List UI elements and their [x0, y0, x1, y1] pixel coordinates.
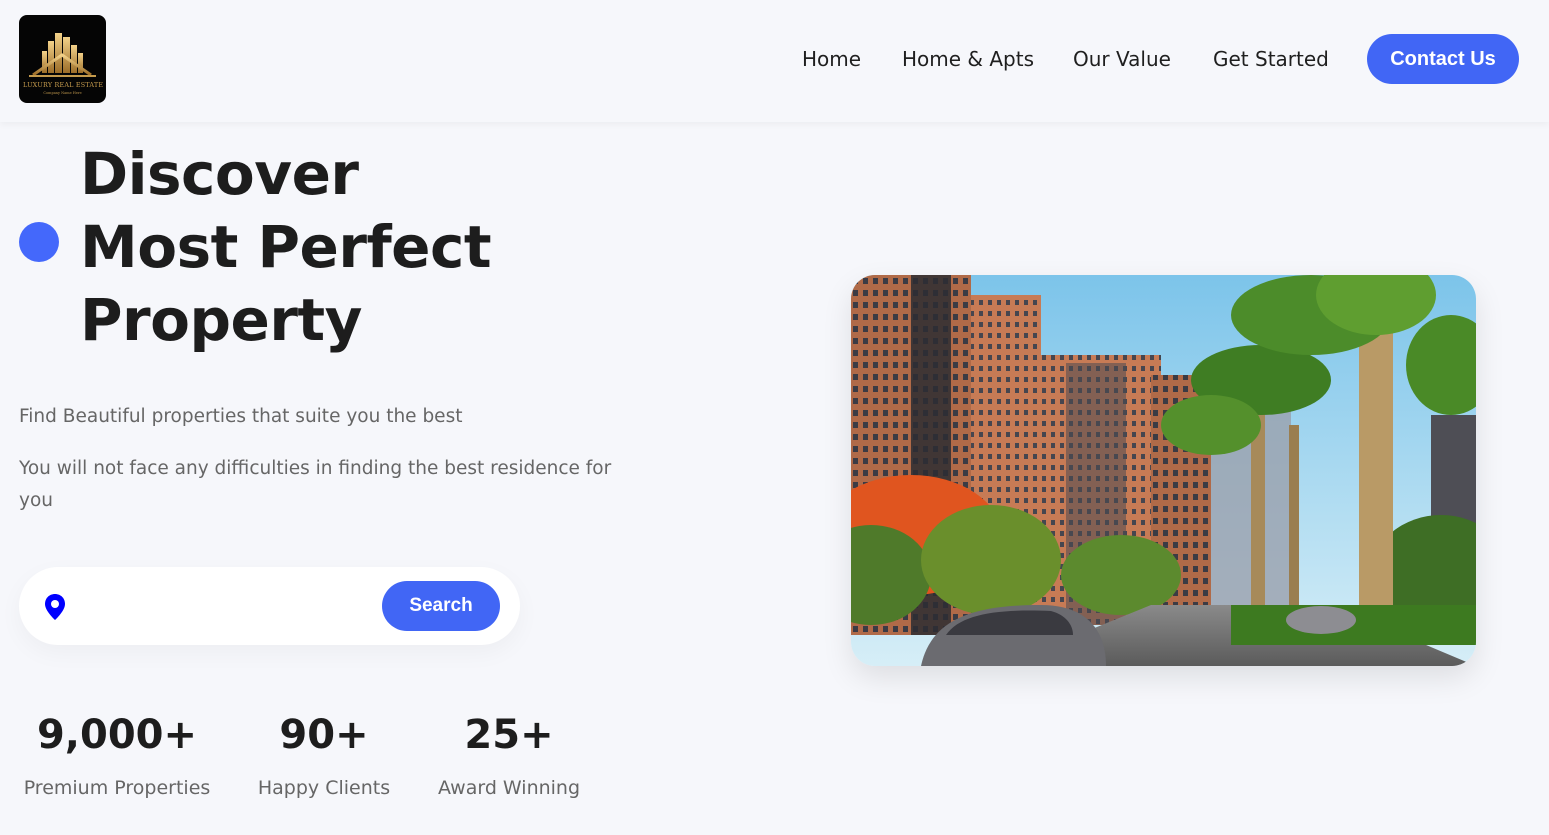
hero-title-line: Most Perfect	[80, 213, 492, 281]
stat-value: 9,000+	[36, 712, 198, 758]
nav-our-value[interactable]: Our Value	[1073, 47, 1171, 71]
stat-premium-properties: 9,000+ Premium Properties	[19, 710, 215, 799]
stat-happy-clients: 90+ Happy Clients	[254, 710, 394, 799]
search-button[interactable]: Search	[382, 581, 500, 631]
logo-subtext: Company Name Here	[43, 91, 82, 95]
brand-logo[interactable]: LUXURY REAL ESTATE Company Name Here	[19, 15, 106, 103]
stat-label: Premium Properties	[23, 777, 211, 799]
logo-text: LUXURY REAL ESTATE	[23, 81, 104, 89]
map-pin-icon	[45, 594, 65, 620]
location-search-bar: Search	[19, 567, 520, 645]
property-image	[851, 275, 1476, 666]
stat-award-winning: 25+ Award Winning	[433, 710, 585, 799]
hero-title: Discover Most Perfect Property	[80, 138, 600, 357]
contact-us-button[interactable]: Contact Us	[1367, 34, 1519, 84]
location-search-input[interactable]	[83, 587, 373, 625]
hero-description: You will not face any difficulties in fi…	[19, 458, 612, 511]
stat-value: 25+	[464, 712, 554, 758]
site-header: LUXURY REAL ESTATE Company Name Here Hom…	[0, 0, 1549, 122]
nav-get-started[interactable]: Get Started	[1213, 47, 1329, 71]
nav-home[interactable]: Home	[802, 47, 861, 71]
stat-value: 90+	[279, 712, 369, 758]
stat-label: Award Winning	[437, 777, 581, 799]
stat-label: Happy Clients	[257, 777, 391, 799]
hero-title-line: Property	[80, 286, 362, 354]
nav-home-apts[interactable]: Home & Apts	[902, 47, 1034, 71]
hero-title-line: Discover	[80, 140, 359, 208]
accent-dot	[19, 222, 59, 262]
buildings-logo-icon	[29, 33, 96, 77]
hero-subtitle: Find Beautiful properties that suite you…	[19, 406, 463, 427]
